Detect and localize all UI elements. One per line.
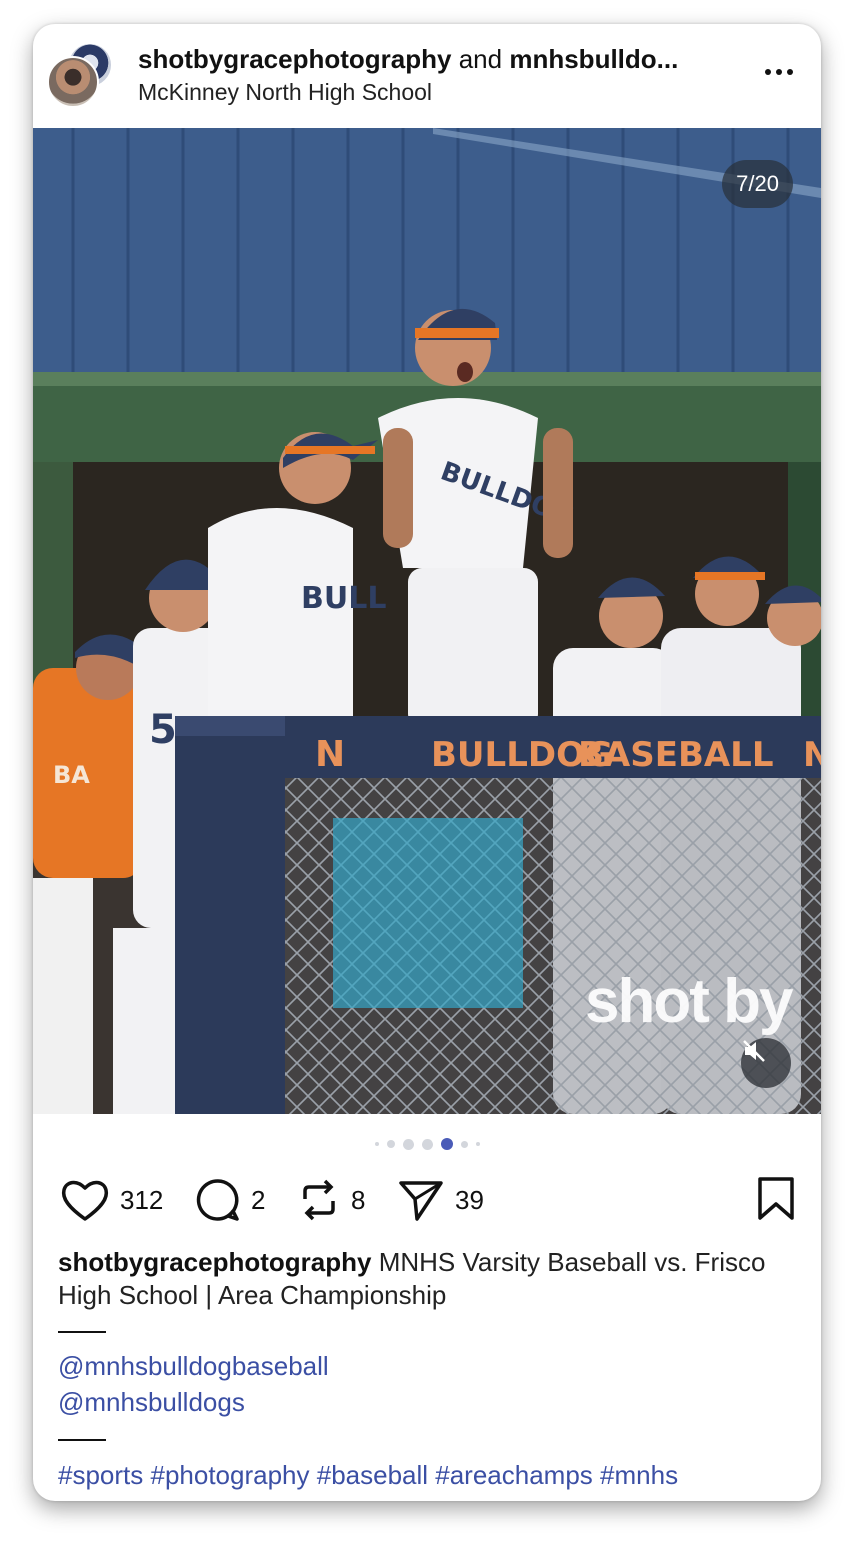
action-bar: 312 2 8 39 bbox=[33, 1172, 821, 1228]
post-card: shotbygracephotography and mnhsbulldo...… bbox=[33, 24, 821, 1501]
like-count: 312 bbox=[120, 1184, 164, 1215]
carousel-dot-active bbox=[440, 1138, 453, 1150]
slide-counter: 7/20 bbox=[722, 160, 793, 208]
caption-divider bbox=[58, 1331, 106, 1333]
post-authors: shotbygracephotography and mnhsbulldo... bbox=[138, 44, 738, 75]
photo-watermark: shot by bbox=[585, 967, 793, 1036]
carousel-dot bbox=[402, 1138, 414, 1150]
comment-bubble-icon[interactable] bbox=[195, 1177, 241, 1223]
send-icon[interactable] bbox=[397, 1177, 445, 1223]
svg-text:BASEBALL: BASEBALL bbox=[578, 735, 774, 775]
comment-count: 2 bbox=[251, 1184, 266, 1215]
heart-icon[interactable] bbox=[60, 1177, 110, 1223]
author-joiner: and bbox=[458, 44, 503, 74]
mention-link[interactable]: @mnhsbulldogs bbox=[58, 1387, 245, 1418]
svg-text:N: N bbox=[803, 735, 821, 775]
carousel-dot bbox=[421, 1138, 433, 1150]
repost-count: 8 bbox=[351, 1184, 366, 1215]
share-action[interactable]: 39 bbox=[397, 1172, 484, 1228]
mention-link[interactable]: @mnhsbulldogbaseball bbox=[58, 1351, 329, 1382]
avatar-primary[interactable] bbox=[47, 56, 99, 108]
carousel-dot bbox=[374, 1142, 379, 1146]
author-primary-link[interactable]: shotbygracephotography bbox=[138, 44, 451, 74]
avatar-group[interactable] bbox=[47, 42, 113, 108]
post-location[interactable]: McKinney North High School bbox=[138, 79, 432, 106]
svg-text:N: N bbox=[315, 734, 345, 775]
speaker-muted-icon[interactable] bbox=[741, 1038, 791, 1088]
share-count: 39 bbox=[455, 1184, 484, 1215]
svg-text:5: 5 bbox=[149, 707, 177, 753]
post-caption: shotbygracephotography MNHS Varsity Base… bbox=[58, 1246, 798, 1312]
post-photo[interactable]: BA 5 BULL BULLDOG N BULLDOG BASEBALL N 7… bbox=[33, 128, 821, 1114]
caption-author-link[interactable]: shotbygracephotography bbox=[58, 1247, 371, 1277]
repost-action[interactable]: 8 bbox=[297, 1172, 365, 1228]
author-secondary-link[interactable]: mnhsbulldo... bbox=[509, 44, 678, 74]
carousel-indicator bbox=[33, 1136, 821, 1152]
more-options-icon[interactable] bbox=[761, 62, 797, 82]
post-header: shotbygracephotography and mnhsbulldo...… bbox=[33, 24, 821, 128]
repost-icon[interactable] bbox=[297, 1177, 341, 1223]
bookmark-icon[interactable] bbox=[757, 1176, 795, 1222]
svg-text:BA: BA bbox=[53, 761, 90, 789]
like-action[interactable]: 312 bbox=[60, 1172, 163, 1228]
svg-text:BULL: BULL bbox=[301, 581, 386, 616]
carousel-dot bbox=[475, 1142, 480, 1146]
carousel-dot bbox=[386, 1140, 395, 1148]
carousel-dot bbox=[460, 1140, 468, 1148]
caption-divider bbox=[58, 1439, 106, 1441]
hashtags[interactable]: #sports #photography #baseball #areacham… bbox=[58, 1460, 678, 1491]
comment-action[interactable]: 2 bbox=[195, 1172, 265, 1228]
